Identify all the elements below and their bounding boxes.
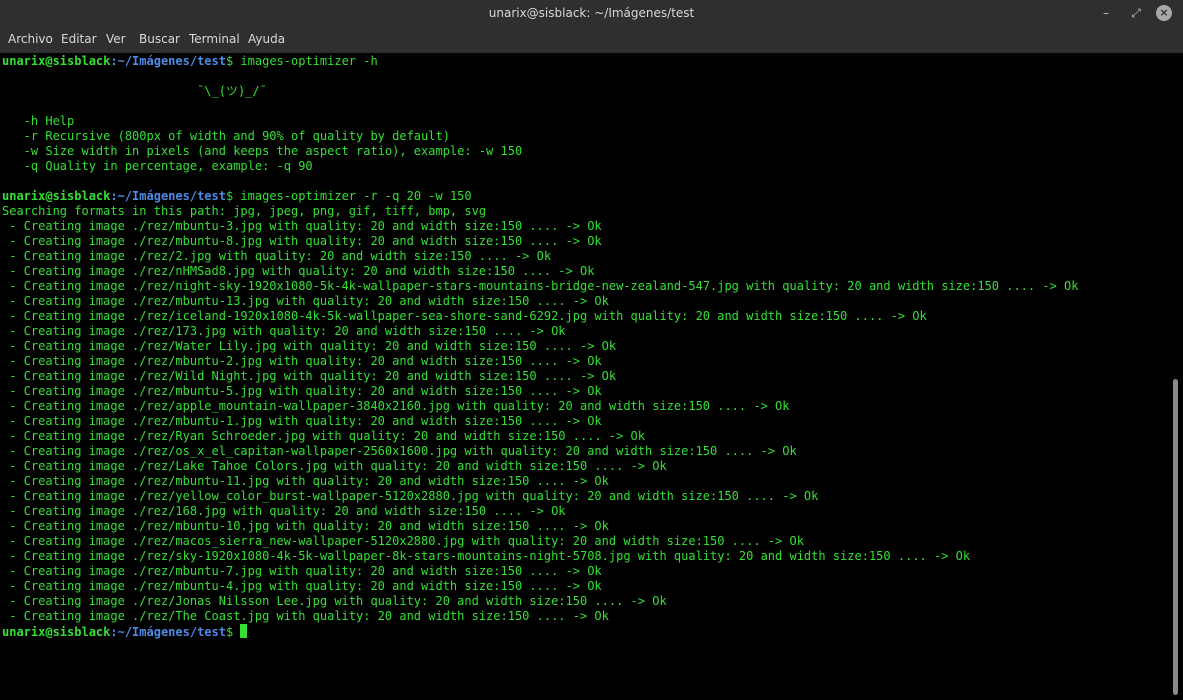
output-line: - Creating image ./rez/apple_mountain-wa…	[2, 399, 790, 413]
output-line: - Creating image ./rez/mbuntu-3.jpg with…	[2, 219, 602, 233]
prompt-path: :~/Imágenes/test	[110, 54, 226, 68]
command-text	[233, 625, 240, 639]
prompt-user-host: unarix@sisblack	[2, 54, 111, 68]
output-line: - Creating image ./rez/Water Lily.jpg wi…	[2, 339, 617, 353]
output-line: - Creating image ./rez/mbuntu-10.jpg wit…	[2, 519, 609, 533]
output-line: - Creating image ./rez/os_x_el_capitan-w…	[2, 444, 797, 458]
output-line: - Creating image ./rez/sky-1920x1080-4k-…	[2, 549, 971, 563]
minimize-icon[interactable]: –	[1097, 4, 1115, 22]
terminal-lines: unarix@sisblack:~/Imágenes/test$ images-…	[2, 54, 1078, 639]
output-line: - Creating image ./rez/Jonas Nilsson Lee…	[2, 594, 667, 608]
output-line: -w Size width in pixels (and keeps the a…	[2, 144, 523, 158]
menu-buscar[interactable]: Buscar	[139, 26, 180, 53]
output-line: - Creating image ./rez/The Coast.jpg wit…	[2, 609, 609, 623]
menu-ayuda[interactable]: Ayuda	[248, 26, 285, 53]
prompt-path: :~/Imágenes/test	[110, 189, 226, 203]
output-line: -r Recursive (800px of width and 90% of …	[2, 129, 450, 143]
window-title: unarix@sisblack: ~/Imágenes/test	[488, 6, 695, 20]
terminal-output[interactable]: unarix@sisblack:~/Imágenes/test$ images-…	[0, 53, 1169, 700]
output-line: - Creating image ./rez/night-sky-1920x10…	[2, 279, 1079, 293]
output-line: - Creating image ./rez/nHMSad8.jpg with …	[2, 264, 595, 278]
terminal-cursor[interactable]	[240, 624, 248, 638]
scrollbar[interactable]	[1169, 53, 1183, 700]
prompt-user-host: unarix@sisblack	[2, 625, 111, 639]
output-line: - Creating image ./rez/173.jpg with qual…	[2, 324, 566, 338]
scrollbar-thumb[interactable]	[1173, 379, 1178, 695]
output-line: - Creating image ./rez/168.jpg with qual…	[2, 504, 566, 518]
output-line: - Creating image ./rez/mbuntu-8.jpg with…	[2, 234, 602, 248]
output-line: - Creating image ./rez/Wild Night.jpg wi…	[2, 369, 617, 383]
command-line: unarix@sisblack:~/Imágenes/test$ images-…	[2, 54, 1078, 69]
menu-editar[interactable]: Editar	[61, 26, 97, 53]
output-line: -h Help	[2, 114, 75, 128]
prompt-user-host: unarix@sisblack	[2, 189, 111, 203]
output-line: - Creating image ./rez/2.jpg with qualit…	[2, 249, 552, 263]
output-line: - Creating image ./rez/macos_sierra_new-…	[2, 534, 804, 548]
menu-bar: Archivo Editar Ver Buscar Terminal Ayuda	[0, 26, 1183, 53]
close-icon[interactable]: ×	[1156, 5, 1172, 21]
prompt-path: :~/Imágenes/test	[110, 625, 226, 639]
output-line: - Creating image ./rez/mbuntu-4.jpg with…	[2, 579, 602, 593]
menu-archivo[interactable]: Archivo	[8, 26, 53, 53]
output-line: - Creating image ./rez/mbuntu-11.jpg wit…	[2, 474, 609, 488]
output-line: - Creating image ./rez/mbuntu-5.jpg with…	[2, 384, 602, 398]
output-line: Searching formats in this path: jpg, jpe…	[2, 204, 487, 218]
output-line: - Creating image ./rez/Ryan Schroeder.jp…	[2, 429, 645, 443]
output-line: - Creating image ./rez/yellow_color_burs…	[2, 489, 819, 503]
output-line: - Creating image ./rez/mbuntu-1.jpg with…	[2, 414, 602, 428]
menu-ver[interactable]: Ver	[106, 26, 126, 53]
output-line: - Creating image ./rez/iceland-1920x1080…	[2, 309, 927, 323]
output-line: ¯\_(ツ)_/¯	[2, 84, 267, 98]
menu-terminal[interactable]: Terminal	[189, 26, 240, 53]
current-prompt-line: unarix@sisblack:~/Imágenes/test$	[2, 624, 1078, 639]
title-bar: unarix@sisblack: ~/Imágenes/test – ⤢ ×	[0, 0, 1183, 26]
output-line: -q Quality in percentage, example: -q 90	[2, 159, 313, 173]
output-line: - Creating image ./rez/mbuntu-13.jpg wit…	[2, 294, 609, 308]
maximize-icon[interactable]: ⤢	[1127, 4, 1145, 22]
command-line: unarix@sisblack:~/Imágenes/test$ images-…	[2, 189, 1078, 204]
output-line: - Creating image ./rez/Lake Tahoe Colors…	[2, 459, 667, 473]
command-text: images-optimizer -r -q 20 -w 150	[233, 189, 472, 203]
command-text: images-optimizer -h	[233, 54, 378, 68]
output-line: - Creating image ./rez/mbuntu-2.jpg with…	[2, 354, 602, 368]
output-line: - Creating image ./rez/mbuntu-7.jpg with…	[2, 564, 602, 578]
